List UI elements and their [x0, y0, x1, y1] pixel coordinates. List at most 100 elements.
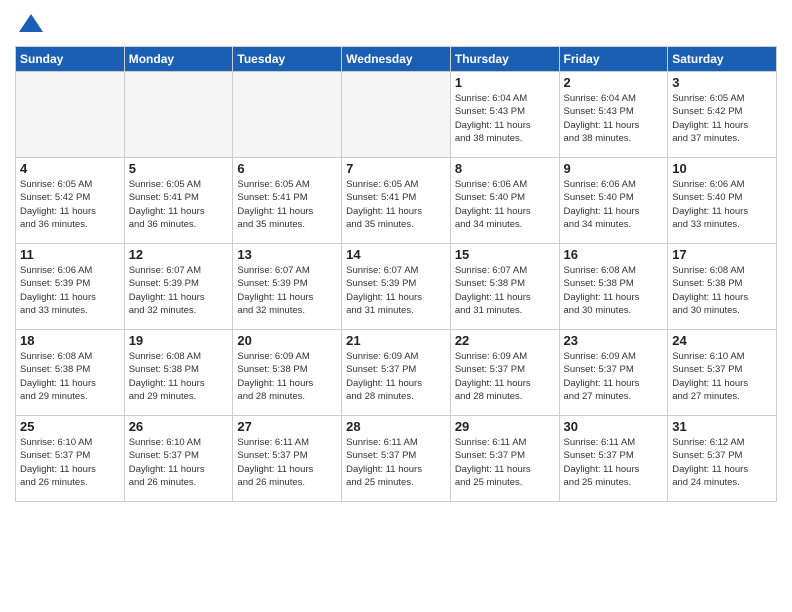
- day-info: Sunrise: 6:11 AMSunset: 5:37 PMDaylight:…: [346, 436, 446, 489]
- logo-icon: [17, 10, 45, 38]
- day-info: Sunrise: 6:07 AMSunset: 5:39 PMDaylight:…: [237, 264, 337, 317]
- day-number: 14: [346, 247, 446, 262]
- day-number: 16: [564, 247, 664, 262]
- calendar-cell: 17 Sunrise: 6:08 AMSunset: 5:38 PMDayligh…: [668, 244, 777, 330]
- day-info: Sunrise: 6:11 AMSunset: 5:37 PMDaylight:…: [237, 436, 337, 489]
- calendar-cell: 3 Sunrise: 6:05 AMSunset: 5:42 PMDaylight…: [668, 72, 777, 158]
- weekday-header: Saturday: [668, 47, 777, 72]
- day-info: Sunrise: 6:11 AMSunset: 5:37 PMDaylight:…: [455, 436, 555, 489]
- day-info: Sunrise: 6:08 AMSunset: 5:38 PMDaylight:…: [20, 350, 120, 403]
- day-info: Sunrise: 6:04 AMSunset: 5:43 PMDaylight:…: [564, 92, 664, 145]
- day-number: 6: [237, 161, 337, 176]
- calendar-cell: 12 Sunrise: 6:07 AMSunset: 5:39 PMDayligh…: [124, 244, 233, 330]
- day-info: Sunrise: 6:09 AMSunset: 5:38 PMDaylight:…: [237, 350, 337, 403]
- day-info: Sunrise: 6:05 AMSunset: 5:42 PMDaylight:…: [20, 178, 120, 231]
- day-number: 13: [237, 247, 337, 262]
- calendar-cell: 8 Sunrise: 6:06 AMSunset: 5:40 PMDaylight…: [450, 158, 559, 244]
- weekday-header: Thursday: [450, 47, 559, 72]
- day-number: 27: [237, 419, 337, 434]
- day-number: 1: [455, 75, 555, 90]
- calendar-week-row: 4 Sunrise: 6:05 AMSunset: 5:42 PMDaylight…: [16, 158, 777, 244]
- weekday-header: Monday: [124, 47, 233, 72]
- day-number: 10: [672, 161, 772, 176]
- calendar-cell: 28Sunrise: 6:11 AMSunset: 5:37 PMDayligh…: [342, 416, 451, 502]
- day-info: Sunrise: 6:08 AMSunset: 5:38 PMDaylight:…: [129, 350, 229, 403]
- calendar-cell: 22 Sunrise: 6:09 AMSunset: 5:37 PMDayligh…: [450, 330, 559, 416]
- day-info: Sunrise: 6:07 AMSunset: 5:39 PMDaylight:…: [129, 264, 229, 317]
- calendar-cell: 30Sunrise: 6:11 AMSunset: 5:37 PMDayligh…: [559, 416, 668, 502]
- day-info: Sunrise: 6:08 AMSunset: 5:38 PMDaylight:…: [564, 264, 664, 317]
- day-number: 29: [455, 419, 555, 434]
- day-info: Sunrise: 6:05 AMSunset: 5:41 PMDaylight:…: [237, 178, 337, 231]
- day-number: 18: [20, 333, 120, 348]
- calendar-cell: 5 Sunrise: 6:05 AMSunset: 5:41 PMDaylight…: [124, 158, 233, 244]
- calendar-cell: 10 Sunrise: 6:06 AMSunset: 5:40 PMDayligh…: [668, 158, 777, 244]
- day-number: 26: [129, 419, 229, 434]
- weekday-header: Friday: [559, 47, 668, 72]
- calendar-week-row: 11 Sunrise: 6:06 AMSunset: 5:39 PMDayligh…: [16, 244, 777, 330]
- day-number: 12: [129, 247, 229, 262]
- day-info: Sunrise: 6:07 AMSunset: 5:38 PMDaylight:…: [455, 264, 555, 317]
- day-number: 25: [20, 419, 120, 434]
- calendar-cell: 23 Sunrise: 6:09 AMSunset: 5:37 PMDayligh…: [559, 330, 668, 416]
- page: SundayMondayTuesdayWednesdayThursdayFrid…: [0, 0, 792, 612]
- day-number: 3: [672, 75, 772, 90]
- calendar-week-row: 18 Sunrise: 6:08 AMSunset: 5:38 PMDayligh…: [16, 330, 777, 416]
- day-info: Sunrise: 6:06 AMSunset: 5:40 PMDaylight:…: [564, 178, 664, 231]
- day-info: Sunrise: 6:04 AMSunset: 5:43 PMDaylight:…: [455, 92, 555, 145]
- calendar-cell: 14 Sunrise: 6:07 AMSunset: 5:39 PMDayligh…: [342, 244, 451, 330]
- calendar-cell: 21Sunrise: 6:09 AMSunset: 5:37 PMDayligh…: [342, 330, 451, 416]
- calendar-cell: [342, 72, 451, 158]
- calendar-week-row: 25 Sunrise: 6:10 AMSunset: 5:37 PMDayligh…: [16, 416, 777, 502]
- day-info: Sunrise: 6:07 AMSunset: 5:39 PMDaylight:…: [346, 264, 446, 317]
- calendar-table: SundayMondayTuesdayWednesdayThursdayFrid…: [15, 46, 777, 502]
- calendar-cell: 24Sunrise: 6:10 AMSunset: 5:37 PMDayligh…: [668, 330, 777, 416]
- header: [15, 10, 777, 38]
- calendar-cell: 27 Sunrise: 6:11 AMSunset: 5:37 PMDayligh…: [233, 416, 342, 502]
- day-number: 23: [564, 333, 664, 348]
- calendar-cell: 29 Sunrise: 6:11 AMSunset: 5:37 PMDayligh…: [450, 416, 559, 502]
- day-info: Sunrise: 6:06 AMSunset: 5:40 PMDaylight:…: [455, 178, 555, 231]
- calendar-cell: 15 Sunrise: 6:07 AMSunset: 5:38 PMDayligh…: [450, 244, 559, 330]
- day-number: 4: [20, 161, 120, 176]
- day-number: 7: [346, 161, 446, 176]
- calendar-week-row: 1 Sunrise: 6:04 AMSunset: 5:43 PMDaylight…: [16, 72, 777, 158]
- logo: [15, 10, 45, 38]
- day-number: 5: [129, 161, 229, 176]
- day-number: 20: [237, 333, 337, 348]
- calendar-cell: 31 Sunrise: 6:12 AMSunset: 5:37 PMDayligh…: [668, 416, 777, 502]
- day-number: 22: [455, 333, 555, 348]
- calendar-cell: 20 Sunrise: 6:09 AMSunset: 5:38 PMDayligh…: [233, 330, 342, 416]
- day-info: Sunrise: 6:05 AMSunset: 5:41 PMDaylight:…: [129, 178, 229, 231]
- day-info: Sunrise: 6:06 AMSunset: 5:40 PMDaylight:…: [672, 178, 772, 231]
- day-info: Sunrise: 6:05 AMSunset: 5:41 PMDaylight:…: [346, 178, 446, 231]
- calendar-cell: 13 Sunrise: 6:07 AMSunset: 5:39 PMDayligh…: [233, 244, 342, 330]
- day-number: 11: [20, 247, 120, 262]
- day-number: 17: [672, 247, 772, 262]
- calendar-cell: 19Sunrise: 6:08 AMSunset: 5:38 PMDayligh…: [124, 330, 233, 416]
- calendar-cell: 16 Sunrise: 6:08 AMSunset: 5:38 PMDayligh…: [559, 244, 668, 330]
- calendar-cell: 6 Sunrise: 6:05 AMSunset: 5:41 PMDaylight…: [233, 158, 342, 244]
- day-info: Sunrise: 6:10 AMSunset: 5:37 PMDaylight:…: [20, 436, 120, 489]
- weekday-header: Wednesday: [342, 47, 451, 72]
- calendar-cell: 26 Sunrise: 6:10 AMSunset: 5:37 PMDayligh…: [124, 416, 233, 502]
- weekday-header-row: SundayMondayTuesdayWednesdayThursdayFrid…: [16, 47, 777, 72]
- calendar-cell: 25 Sunrise: 6:10 AMSunset: 5:37 PMDayligh…: [16, 416, 125, 502]
- day-info: Sunrise: 6:10 AMSunset: 5:37 PMDaylight:…: [129, 436, 229, 489]
- day-info: Sunrise: 6:12 AMSunset: 5:37 PMDaylight:…: [672, 436, 772, 489]
- day-info: Sunrise: 6:09 AMSunset: 5:37 PMDaylight:…: [455, 350, 555, 403]
- calendar-cell: [124, 72, 233, 158]
- day-number: 8: [455, 161, 555, 176]
- calendar-cell: 11 Sunrise: 6:06 AMSunset: 5:39 PMDayligh…: [16, 244, 125, 330]
- day-number: 24: [672, 333, 772, 348]
- calendar-cell: [233, 72, 342, 158]
- day-number: 31: [672, 419, 772, 434]
- day-info: Sunrise: 6:09 AMSunset: 5:37 PMDaylight:…: [564, 350, 664, 403]
- calendar-cell: 18 Sunrise: 6:08 AMSunset: 5:38 PMDayligh…: [16, 330, 125, 416]
- day-info: Sunrise: 6:05 AMSunset: 5:42 PMDaylight:…: [672, 92, 772, 145]
- day-info: Sunrise: 6:08 AMSunset: 5:38 PMDaylight:…: [672, 264, 772, 317]
- day-number: 15: [455, 247, 555, 262]
- day-info: Sunrise: 6:09 AMSunset: 5:37 PMDaylight:…: [346, 350, 446, 403]
- day-info: Sunrise: 6:06 AMSunset: 5:39 PMDaylight:…: [20, 264, 120, 317]
- day-number: 9: [564, 161, 664, 176]
